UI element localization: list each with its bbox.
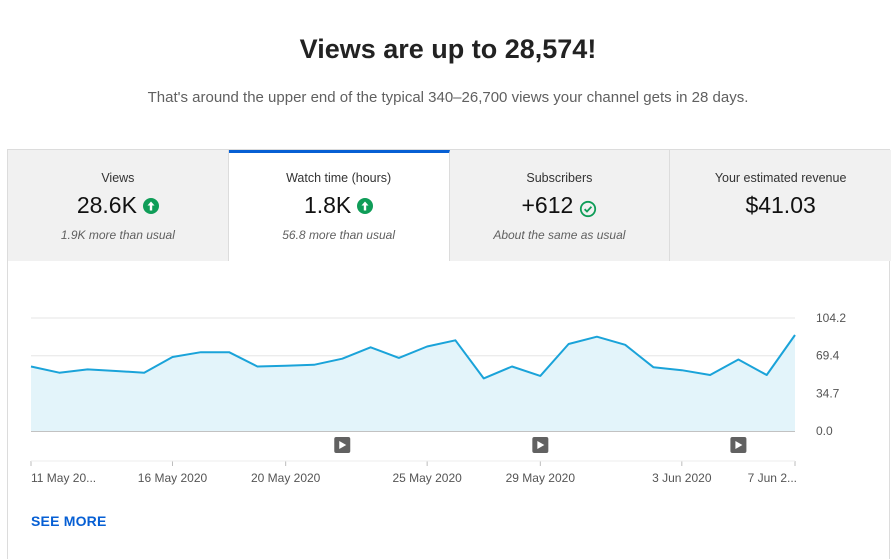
- y-tick-label: 0.0: [816, 424, 833, 438]
- x-tick-label: 11 May 20...: [31, 471, 96, 485]
- x-tick-label: 29 May 2020: [506, 471, 576, 485]
- x-tick-label: 3 Jun 2020: [652, 471, 712, 485]
- series-area: [31, 335, 795, 431]
- y-tick-label: 34.7: [816, 386, 840, 400]
- see-more-link[interactable]: SEE MORE: [31, 513, 107, 529]
- watch-time-chart: 104.2 69.4 34.7 0.0 11 May 20... 16 May 2020 2…: [0, 0, 896, 549]
- x-tick-label: 20 May 2020: [251, 471, 321, 485]
- x-tick-label: 25 May 2020: [392, 471, 462, 485]
- x-tick-label: 7 Jun 2...: [748, 471, 797, 485]
- y-tick-label: 69.4: [816, 349, 840, 363]
- y-tick-label: 104.2: [816, 311, 846, 325]
- x-tick-label: 16 May 2020: [138, 471, 208, 485]
